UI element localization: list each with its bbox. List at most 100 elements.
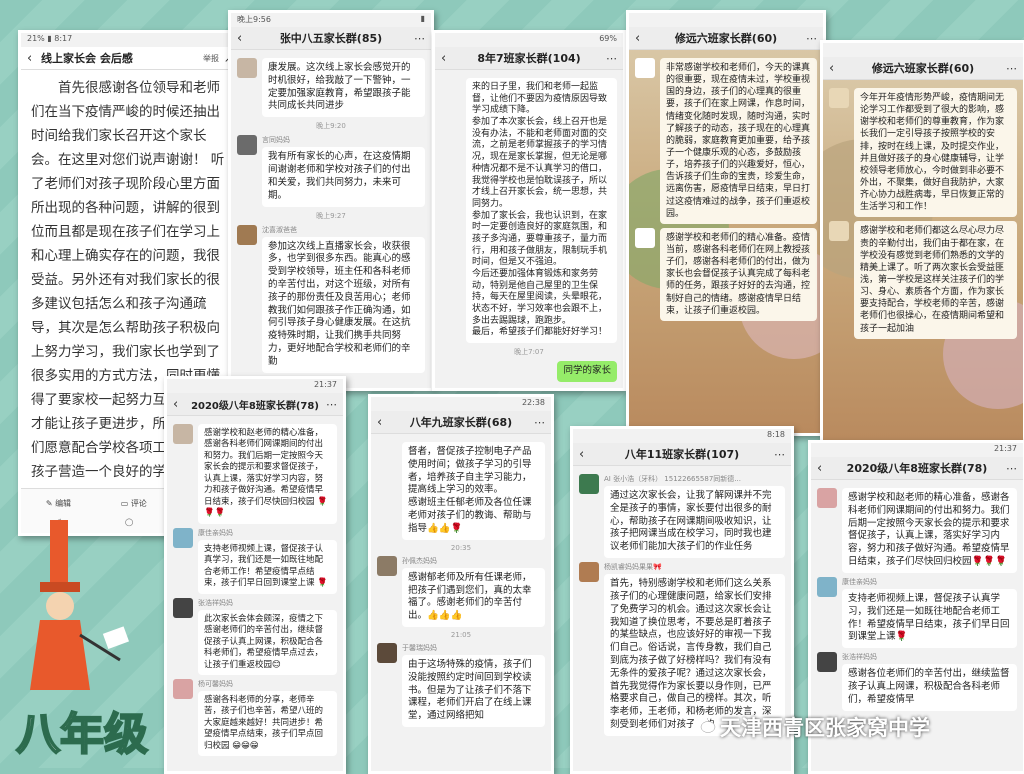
chat-message: 杨凯睿妈妈果果🎀 首先，特别感谢学校和老师们这么关系孩子们的心理健康问题，给家长们… — [579, 562, 785, 736]
sender-name: 于馨瑞妈妈 — [402, 643, 437, 652]
chat-message: 来的日子里，我们和老师一起监督，让他们不要因为疫情原因导致学习成绩下降。 参加了… — [441, 78, 617, 344]
chat-message: 言同妈妈 我有所有家长的心声，在这疫情期间谢谢老师和学校对孩子们的付出和关爱，我们… — [237, 135, 425, 207]
avatar[interactable] — [173, 424, 193, 444]
more-icon[interactable]: ⋯ — [603, 52, 617, 65]
timestamp: 晚上9:27 — [316, 211, 346, 220]
sender-name: 张浩祥妈妈 — [842, 653, 877, 662]
status-time: 21:37 — [993, 444, 1017, 453]
avatar[interactable] — [579, 474, 599, 494]
avatar[interactable] — [173, 597, 193, 618]
back-icon[interactable]: ‹ — [377, 415, 391, 430]
chat-title-bar: ‹ 8年7班家长群(104) ⋯ — [435, 47, 623, 70]
chat-area: AI 张小浩（牙科） 15122665587同新德... 通过这次家长会，让我了解… — [573, 466, 791, 744]
avatar[interactable] — [579, 562, 599, 583]
chat-message: 沈喜淑爸爸 参加这次线上直播家长会，收获很多，也学到很多东西。能真心的感受到学校领… — [237, 224, 425, 373]
report-link[interactable]: 举报 — [203, 53, 219, 64]
message-bubble: 感谢学校和老师们都这么尽心尽力尽责的辛勤付出，我们由于都在家，在学校没有感觉到老… — [854, 221, 1017, 339]
avatar[interactable] — [173, 678, 193, 699]
avatar[interactable] — [817, 652, 837, 673]
status-bar: 晚上9:56 ▮ — [231, 13, 431, 27]
watermark: 天津西青区张家窝中学 — [720, 716, 930, 740]
more-icon[interactable]: ⋯ — [531, 416, 545, 429]
article-title-bar: ‹ 线上家长会 会后感 举报 ↗ — [21, 47, 239, 70]
status-time: 8:18 — [767, 430, 785, 439]
avatar[interactable] — [237, 224, 257, 245]
chat-message: 感谢学校和赵老师的精心准备，感谢各科老师们网课期间的付出和努力。我们后期一定按照… — [817, 488, 1017, 573]
edit-button[interactable]: ✎ 编辑 — [46, 498, 71, 509]
status-bar: 21:37 — [167, 379, 343, 393]
message-bubble: 来的日子里，我们和老师一起监督，让他们不要因为疫情原因导致学习成绩下降。 参加了… — [466, 78, 617, 344]
avatar[interactable] — [173, 527, 193, 548]
more-icon[interactable]: ⋯ — [323, 398, 337, 411]
chat-title: 八年11班家长群(107) — [624, 448, 740, 461]
more-icon[interactable]: ⋯ — [1003, 462, 1017, 475]
chat-area: 非常感谢学校和老师们，今天的课真的很重要，现在疫情未过，学校重视国的身边，孩子们… — [629, 50, 823, 329]
avatar[interactable] — [817, 488, 837, 508]
chat-title-bar: ‹ 张中八五家长群(85) ⋯ — [231, 27, 431, 50]
chat-title: 2020级八年8班家长群(78) — [191, 400, 319, 412]
timestamp: 晚上9:20 — [316, 122, 346, 131]
avatar[interactable] — [817, 576, 837, 597]
avatar[interactable] — [829, 88, 849, 108]
message-bubble: 感谢郁老师及所有任课老师，把孩子们遇到您们，真的太幸福了。感谢老师们的辛苦付出。… — [402, 567, 545, 627]
chat-area: 来的日子里，我们和老师一起监督，让他们不要因为疫情原因导致学习成绩下降。 参加了… — [435, 70, 623, 388]
back-icon[interactable]: ‹ — [441, 51, 455, 66]
back-icon[interactable]: ‹ — [635, 31, 649, 46]
message-bubble: 参加这次线上直播家长会，收获很多，也学到很多东西。能真心的感受到学校领导，班主任… — [262, 236, 425, 373]
more-icon[interactable]: ⋯ — [411, 32, 425, 45]
chat-title: 8年7班家长群(104) — [477, 52, 581, 65]
back-icon[interactable]: ‹ — [237, 31, 251, 46]
status-bar: 69% — [435, 33, 623, 47]
avatar[interactable] — [237, 58, 257, 78]
chat-message: 非常感谢学校和老师们，今天的课真的很重要，现在疫情未过，学校重视国的身边，孩子们… — [635, 58, 817, 224]
back-icon[interactable]: ‹ — [829, 61, 843, 76]
chat-message: 张浩祥妈妈 感谢各位老师们的辛苦付出，继续监督孩子认真上网课，积极配合各科老师们，… — [817, 652, 1017, 711]
sender-name: 杨凯睿妈妈果果🎀 — [604, 563, 662, 572]
back-icon[interactable]: ‹ — [579, 447, 593, 462]
chat-title: 八年九班家长群(68) — [409, 416, 513, 429]
chat-message: 感谢学校和老师们都这么尽心尽力尽责的辛勤付出，我们由于都在家，在学校没有感觉到老… — [829, 221, 1017, 339]
status-bar: 21:37 — [811, 443, 1023, 457]
chat-title-bar: ‹ 修远六班家长群(60) ⋯ — [823, 57, 1023, 80]
back-icon[interactable]: ‹ — [173, 397, 187, 412]
sender-name: AI 张小浩（牙科） 15122665587同新德... — [604, 475, 741, 483]
chat-area: 感谢学校和赵老师的精心准备，感谢各科老师们网课期间的付出和努力。我们后期一定按照… — [167, 416, 343, 764]
avatar[interactable] — [377, 642, 397, 663]
message-bubble: 此次家长会体会颇深，疫情之下感谢老师们的辛苦付出，继续督促孩子认真上网课，积极配… — [198, 609, 337, 675]
timestamp: 20:35 — [450, 543, 472, 552]
chat-message: 感谢学校和赵老师的精心准备，感谢各科老师们网课期间的付出和努力。我们后期一定按照… — [173, 424, 337, 524]
chat-message: 督者，督促孩子控制电子产品使用时间；做孩子学习的引导者，培养孩子自主学习能力，提… — [377, 442, 545, 540]
avatar[interactable] — [829, 221, 849, 242]
chat-title-bar: ‹ 2020级八年8班家长群(78) ⋯ — [811, 457, 1023, 480]
more-icon[interactable]: ⋯ — [803, 32, 817, 45]
status-battery: 69% — [599, 34, 617, 43]
back-icon[interactable]: ‹ — [817, 461, 831, 476]
coat — [30, 620, 90, 690]
hat-brim — [40, 582, 80, 592]
screenshot-chat-xiuyuan-1: ‹ 修远六班家长群(60) ⋯ 非常感谢学校和老师们，今天的课真的很重要，现在疫… — [626, 10, 826, 436]
chat-message: 杨可馨妈妈 感谢各科老师的分享，老师辛苦，孩子们也辛苦，希望八班的大家庭越来越好！… — [173, 678, 337, 757]
screenshot-chat-8-7: 69% ‹ 8年7班家长群(104) ⋯ 来的日子里，我们和老师一起监督，让他们… — [432, 30, 626, 391]
avatar[interactable] — [237, 135, 257, 156]
more-icon[interactable]: ⋯ — [771, 448, 785, 461]
message-bubble: 我有所有家长的心声，在这疫情期间谢谢老师和学校对孩子们的付出和关爱，我们共同努力… — [262, 147, 425, 207]
more-icon[interactable]: ⋯ — [1003, 62, 1017, 75]
comment-button[interactable]: ▭ 评论 — [121, 498, 147, 509]
back-icon[interactable]: ‹ — [27, 51, 41, 66]
message-bubble: 由于这场特殊的疫情，孩子们没能按照约定时间回到学校读书。但是为了让孩子们不落下课… — [402, 654, 545, 727]
chat-message: 张浩祥妈妈 此次家长会体会颇深，疫情之下感谢老师们的辛苦付出，继续督促孩子认真上网… — [173, 597, 337, 675]
avatar[interactable] — [377, 555, 397, 576]
edit-label: 编辑 — [55, 498, 72, 508]
avatar[interactable] — [635, 58, 655, 78]
screenshot-chat-8-5: 晚上9:56 ▮ ‹ 张中八五家长群(85) ⋯ 康发展。这次线上家长会感觉开的时… — [228, 10, 434, 391]
status-bar — [629, 13, 823, 27]
status-time: 晚上9:56 — [237, 15, 271, 24]
message-bubble: 同学的家长 — [557, 361, 617, 382]
avatar[interactable] — [635, 227, 655, 248]
chat-area: 感谢学校和赵老师的精心准备，感谢各科老师们网课期间的付出和努力。我们后期一定按照… — [811, 480, 1023, 719]
cartoon-figure-illustration — [30, 520, 130, 690]
message-bubble: 支持老师视频上课，督促孩子认真学习，我们还是一如既往地配合老师工作！希望疫情早日… — [842, 588, 1017, 649]
sender-name: 杨可馨妈妈 — [198, 679, 233, 688]
chat-title-bar: ‹ 八年九班家长群(68) ⋯ — [371, 411, 551, 434]
message-bubble: 支持老师视频上课，督促孩子认真学习，我们还是一如既往地配合老师工作！希望疫情早点… — [198, 539, 337, 594]
